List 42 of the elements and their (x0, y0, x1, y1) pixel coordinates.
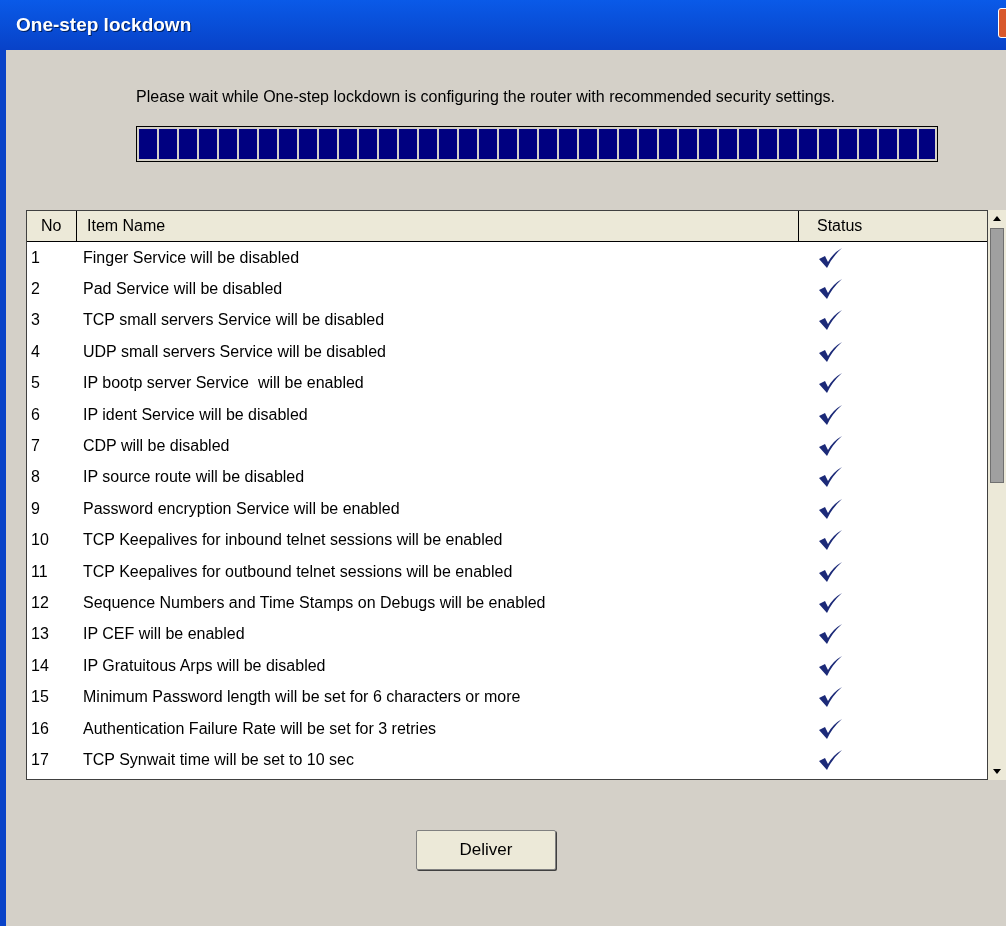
item-name: Password encryption Service will be enabled (82, 498, 401, 519)
row-number: 13 (30, 624, 50, 645)
row-number: 1 (30, 247, 41, 268)
row-number: 15 (30, 687, 50, 708)
item-name: Pad Service will be disabled (82, 279, 284, 300)
row-number: 5 (30, 373, 41, 394)
deliver-button[interactable]: Deliver (416, 830, 556, 870)
item-name: TCP Synwait time will be set to 10 sec (82, 749, 355, 770)
scroll-thumb[interactable] (990, 228, 1004, 483)
row-number: 9 (30, 498, 41, 519)
item-name: UDP small servers Service will be disabled (82, 341, 387, 362)
item-name: Finger Service will be disabled (82, 247, 301, 268)
item-name: Sequence Numbers and Time Stamps on Debugs will be enabled (82, 593, 547, 613)
row-number: 17 (30, 749, 50, 770)
row-number: 8 (30, 467, 41, 488)
item-name: TCP small servers Service will be disabled (82, 310, 386, 331)
window-title: One-step lockdown (16, 12, 192, 37)
row-number: 2 (30, 279, 41, 300)
row-number: 11 (30, 561, 49, 582)
row-number: 10 (30, 530, 50, 551)
row-number: 7 (30, 436, 41, 457)
item-name: IP source route will be disabled (82, 467, 306, 488)
row-number: 14 (30, 655, 50, 676)
item-name: TCP Keepalives for outbound telnet sessions will be enabled (82, 561, 514, 582)
row-number: 12 (30, 593, 50, 613)
item-name: IP bootp server Service will be enabled (82, 373, 365, 394)
item-name: CDP will be disabled (82, 436, 231, 457)
row-number: 6 (30, 404, 41, 425)
item-name: Authentication Failure Rate will be set for 3 retries (82, 718, 438, 739)
row-number: 3 (30, 310, 41, 331)
column-header[interactable]: Item Name (77, 211, 799, 241)
row-number: 4 (30, 341, 41, 362)
column-header[interactable]: Status (799, 211, 987, 241)
row-number: 16 (30, 718, 50, 739)
column-header[interactable]: No (27, 211, 77, 241)
scrollbar[interactable] (988, 210, 1006, 780)
item-name: IP ident Service will be disabled (82, 404, 309, 425)
item-name: IP CEF will be enabled (82, 624, 246, 645)
item-name: Minimum Password length will be set for 6 characters or more (82, 687, 522, 708)
item-name: IP Gratuitous Arps will be disabled (82, 655, 327, 676)
item-name: TCP Keepalives for inbound telnet sessions will be enabled (82, 530, 504, 551)
status-message: Please wait while One-step lockdown is configuring the router with recommended security settings. (136, 87, 836, 107)
